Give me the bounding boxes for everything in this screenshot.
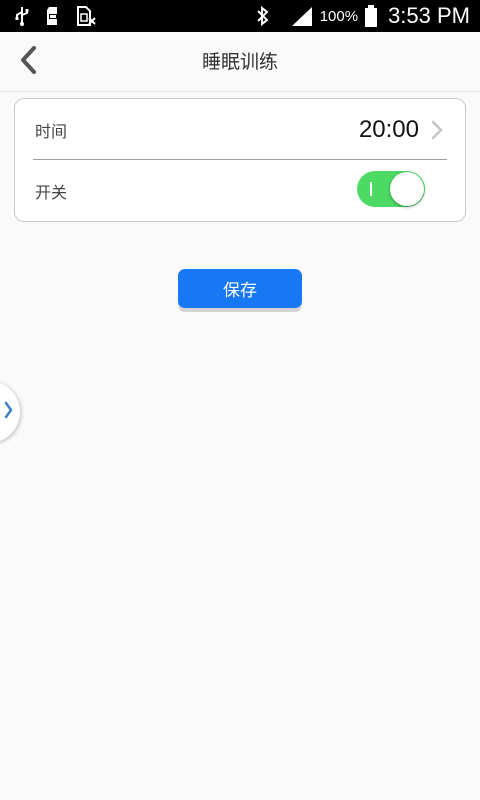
save-button[interactable]: 保存 [178,269,302,308]
time-label: 时间 [35,121,68,141]
signal-icon [290,6,314,26]
sim-missing-icon [76,6,96,26]
usb-icon [14,6,30,26]
chevron-right-icon [431,120,443,144]
switch-row: 开关 [15,160,465,221]
back-button[interactable] [12,44,44,80]
clock: 3:53 PM [388,3,470,28]
side-drawer-handle[interactable] [0,381,20,443]
title-bar: 睡眠训练 [0,32,480,92]
status-bar: 100% 3:53 PM [0,0,480,32]
switch-label: 开关 [35,182,68,202]
battery-icon [364,5,378,27]
status-left-icons [14,6,96,26]
toggle-on-mark [370,182,372,196]
chevron-right-icon [4,401,13,423]
bluetooth-icon [256,6,270,26]
sd-card-icon [46,6,60,26]
page-title: 睡眠训练 [201,51,278,73]
toggle-knob [390,172,424,206]
battery-percent: 100% [319,7,359,25]
time-row[interactable]: 时间 20:00 [15,99,465,160]
chevron-left-icon [18,45,38,79]
time-value: 20:00 [358,115,419,143]
status-right-icons: 100% 3:53 PM [256,3,470,29]
settings-card: 时间 20:00 开关 [14,98,466,222]
sleep-training-toggle[interactable] [357,171,425,207]
